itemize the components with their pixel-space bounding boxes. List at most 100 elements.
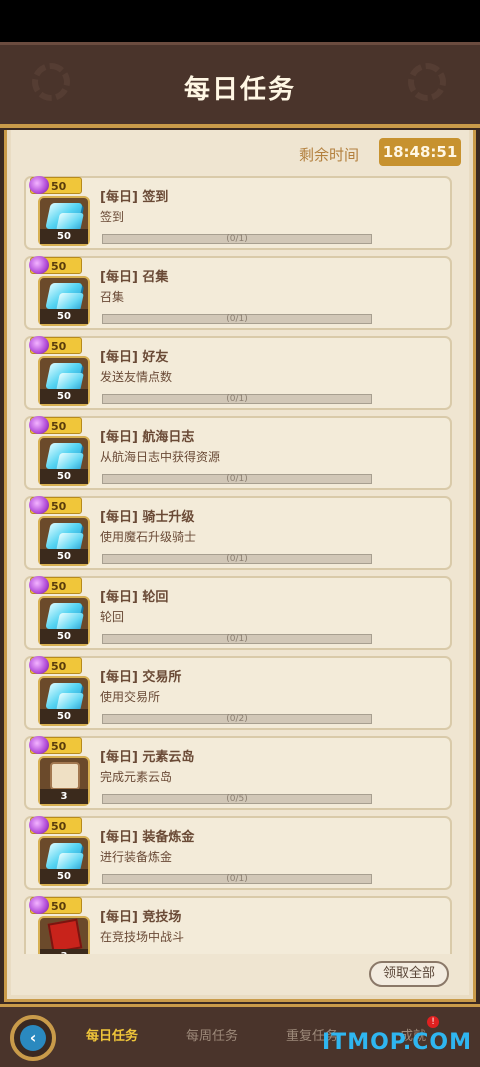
progress-bar: (0/1) (102, 394, 372, 404)
timer-label: 剩余时间 (298, 146, 359, 164)
purple-orb-icon (29, 736, 49, 754)
points-badge: 50 (29, 336, 82, 354)
reward-item: 50 (38, 196, 90, 246)
progress-bar: (0/1) (102, 874, 372, 884)
points-badge: 50 (29, 416, 82, 434)
purple-orb-icon (29, 336, 49, 354)
tab-weekly-tasks[interactable]: 每周任务 (186, 1025, 238, 1044)
task-row[interactable]: 50 50 [每日] 召集 召集 (0/1) (24, 256, 452, 330)
reward-quantity: 50 (40, 709, 88, 724)
progress-text: (0/1) (226, 874, 248, 884)
reward-item: 50 (38, 676, 90, 726)
progress-text: (0/1) (226, 554, 248, 564)
reward-item: 3 (38, 756, 90, 806)
purple-orb-icon (29, 176, 49, 194)
points-value: 50 (51, 820, 67, 833)
progress-bar: (0/1) (102, 634, 372, 644)
task-row[interactable]: 50 50 [每日] 装备炼金 进行装备炼金 (0/1) (24, 816, 452, 890)
task-row[interactable]: 50 50 [每日] 轮回 轮回 (0/1) (24, 576, 452, 650)
points-badge: 50 (29, 256, 82, 274)
progress-bar: (0/1) (102, 474, 372, 484)
page-title: 每日任务 (183, 75, 296, 105)
task-title: [每日] 签到 (100, 190, 169, 205)
reward-quantity: 3 (40, 789, 88, 804)
points-value: 50 (51, 260, 67, 273)
task-title: [每日] 骑士升级 (100, 510, 195, 525)
points-badge: 50 (29, 896, 82, 914)
progress-bar: (0/1) (102, 314, 372, 324)
task-description: 发送友情点数 (100, 370, 173, 384)
task-description: 进行装备炼金 (100, 850, 173, 864)
task-title: [每日] 航海日志 (100, 430, 195, 445)
points-badge: 50 (29, 496, 82, 514)
task-title: [每日] 竞技场 (100, 910, 182, 925)
points-badge: 50 (29, 576, 82, 594)
reward-quantity: 50 (40, 229, 88, 244)
task-description: 使用魔石升级骑士 (100, 530, 197, 544)
task-title: [每日] 轮回 (100, 590, 169, 605)
task-title: [每日] 交易所 (100, 670, 182, 685)
reward-quantity: 50 (40, 309, 88, 324)
points-value: 50 (51, 420, 67, 433)
progress-bar: (0/5) (102, 794, 372, 804)
points-value: 50 (51, 500, 67, 513)
task-description: 完成元素云岛 (100, 770, 173, 784)
progress-text: (0/5) (226, 794, 248, 804)
map-scroll-icon (50, 762, 80, 790)
progress-text: (0/1) (226, 474, 248, 484)
task-row[interactable]: 3 50 [每日] 元素云岛 完成元素云岛 (0/5) (24, 736, 452, 810)
progress-text: (0/1) (226, 314, 248, 324)
task-row[interactable]: 50 50 [每日] 好友 发送友情点数 (0/1) (24, 336, 452, 410)
points-value: 50 (51, 740, 67, 753)
progress-bar: (0/2) (102, 714, 372, 724)
progress-text: (0/1) (226, 234, 248, 244)
task-title: [每日] 召集 (100, 270, 169, 285)
reward-quantity: 3 (40, 949, 88, 954)
reward-item: 3 (38, 916, 90, 954)
reward-item: 50 (38, 596, 90, 646)
purple-orb-icon (29, 896, 49, 914)
task-title: [每日] 装备炼金 (100, 830, 195, 845)
tab-daily-tasks[interactable]: 每日任务 (86, 1025, 138, 1044)
app-screen: 每日任务 剩余时间 18:48:51 50 50 [每日] 签到 签到 (0/1) 50 5… (0, 0, 480, 1067)
timer-value: 18:48:51 (379, 138, 461, 166)
task-row[interactable]: 50 50 [每日] 交易所 使用交易所 (0/2) (24, 656, 452, 730)
points-badge: 50 (29, 656, 82, 674)
task-list[interactable]: 50 50 [每日] 签到 签到 (0/1) 50 50 [每日] 召集 召集 (0/1) 50 50… (24, 176, 452, 954)
reward-item: 50 (38, 836, 90, 886)
task-row[interactable]: 3 50 [每日] 竞技场在竞技场中战斗 (24, 896, 452, 954)
header-bar: 每日任务 (0, 42, 480, 128)
task-row[interactable]: 50 50 [每日] 签到 签到 (0/1) (24, 176, 452, 250)
progress-text: (0/2) (226, 714, 248, 724)
progress-bar: (0/1) (102, 234, 372, 244)
claim-all-button[interactable]: 领取全部 (369, 961, 449, 987)
watermark-logo: ITMOP.COM (322, 1030, 472, 1055)
reward-item: 50 (38, 356, 90, 406)
points-value: 50 (51, 580, 67, 593)
reward-quantity: 50 (40, 469, 88, 484)
points-value: 50 (51, 900, 67, 913)
task-row[interactable]: 50 50 [每日] 航海日志从航海日志中获得资源 (0/1) (24, 416, 452, 490)
back-button[interactable]: ‹ (10, 1015, 56, 1061)
task-description: 轮回 (100, 610, 125, 624)
notification-badge: ! (427, 1016, 439, 1028)
points-badge: 50 (29, 816, 82, 834)
task-row[interactable]: 50 50 [每日] 骑士升级 使用魔石升级骑士 (0/1) (24, 496, 452, 570)
purple-orb-icon (29, 656, 49, 674)
reward-quantity: 50 (40, 389, 88, 404)
reward-quantity: 50 (40, 629, 88, 644)
task-description: 召集 (100, 290, 125, 304)
progress-text: (0/1) (226, 394, 248, 404)
task-title: [每日] 好友 (100, 350, 169, 365)
status-bar (0, 0, 480, 42)
purple-orb-icon (29, 496, 49, 514)
back-arrow-icon: ‹ (20, 1025, 46, 1051)
points-badge: 50 (29, 176, 82, 194)
task-description: 从航海日志中获得资源 (100, 450, 221, 464)
task-title: [每日] 元素云岛 (100, 750, 195, 765)
purple-orb-icon (29, 576, 49, 594)
reward-quantity: 50 (40, 869, 88, 884)
task-description: 签到 (100, 210, 125, 224)
points-badge: 50 (29, 736, 82, 754)
reward-item: 50 (38, 516, 90, 566)
